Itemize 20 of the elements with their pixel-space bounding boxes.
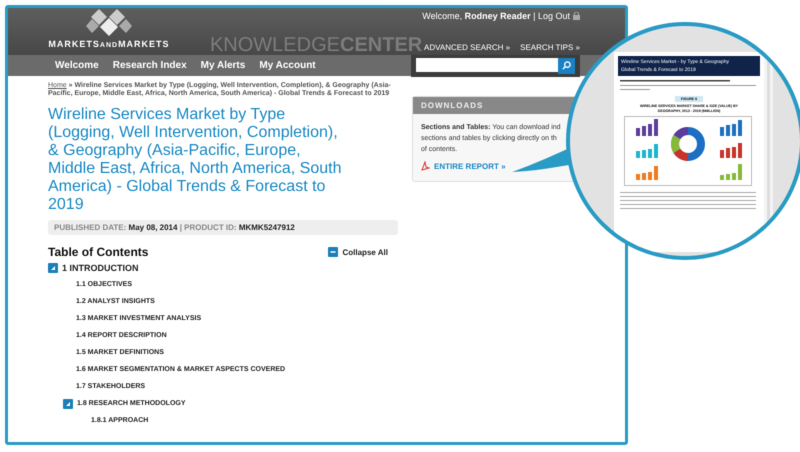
search-field[interactable] bbox=[416, 58, 558, 72]
nav-item[interactable]: Welcome bbox=[55, 60, 99, 71]
header-link[interactable]: ADVANCED SEARCH » bbox=[424, 43, 510, 52]
collapse-icon[interactable] bbox=[48, 262, 58, 272]
collapse-icon[interactable] bbox=[63, 398, 73, 408]
nav-item[interactable]: My Alerts bbox=[200, 60, 246, 71]
search-button[interactable] bbox=[558, 58, 575, 74]
lock-icon bbox=[573, 12, 580, 20]
welcome-text: Welcome, Rodney Reader | Log Out bbox=[422, 11, 580, 21]
collapse-all-link[interactable]: Collapse All bbox=[328, 247, 388, 257]
toc-heading: Table of Contents bbox=[48, 245, 148, 259]
nav-item[interactable]: Research Index bbox=[112, 60, 187, 71]
report-meta: PUBLISHED DATE: May 08, 2014 | PRODUCT ID: MKMK5247912 bbox=[48, 220, 398, 235]
toc-item[interactable]: 1 INTRODUCTION bbox=[48, 259, 398, 276]
logo-icon bbox=[86, 9, 132, 39]
search-icon bbox=[562, 61, 571, 70]
report-title: Wireline Services Market by Type (Logging, Well Intervention, Completion), & Geography (Asia-Pacific, Europe, Middle East, Africa, North America, South America) - Global Trends & Forecast to 2019 bbox=[48, 106, 342, 214]
nav-item[interactable]: My Account bbox=[259, 60, 316, 71]
minus-icon bbox=[328, 247, 338, 257]
header-link[interactable]: SEARCH TIPS » bbox=[520, 43, 580, 52]
